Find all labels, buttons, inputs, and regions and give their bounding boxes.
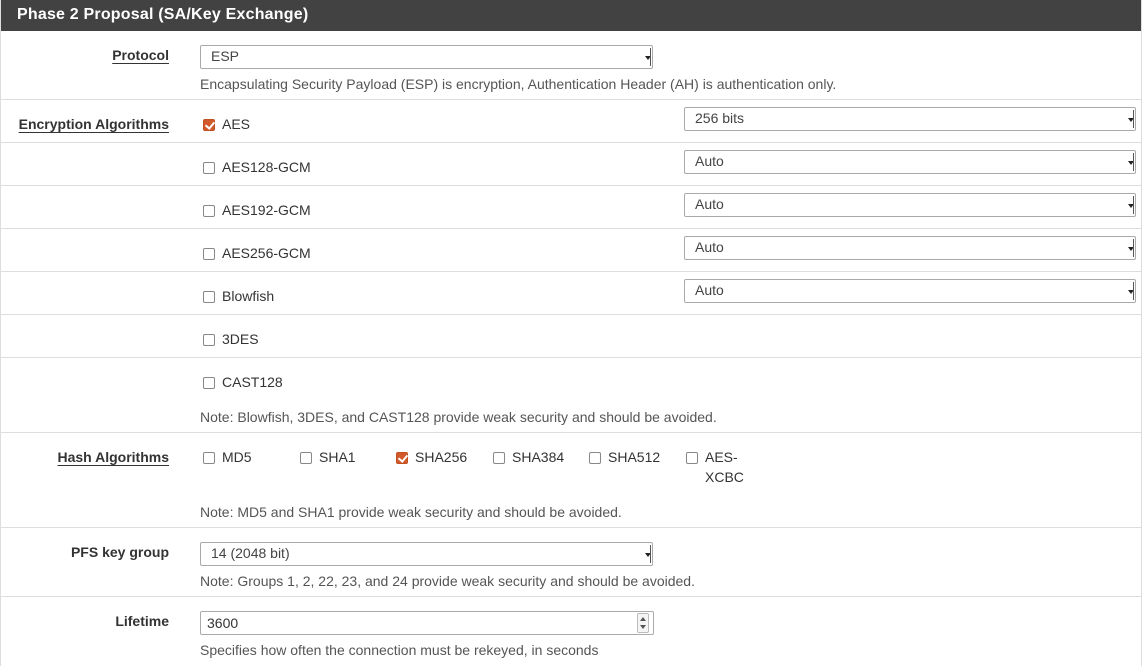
sha384-checkbox[interactable] — [493, 452, 505, 464]
enc-row-aes128gcm: AES128-GCM Auto — [1, 143, 1141, 186]
protocol-select-value: ESP — [211, 48, 240, 64]
lifetime-value: 3600 — [207, 615, 239, 631]
protocol-select[interactable]: ESP — [200, 45, 653, 69]
aes192gcm-checkbox[interactable] — [203, 205, 215, 217]
aes128gcm-keylen-select[interactable]: Auto — [684, 150, 1136, 174]
protocol-help: Encapsulating Security Payload (ESP) is … — [200, 76, 837, 92]
aes-checkbox[interactable] — [203, 119, 215, 131]
aes128gcm-checkbox[interactable] — [203, 162, 215, 174]
pfs-select-value: 14 (2048 bit) — [211, 545, 290, 561]
spinner-up-icon[interactable] — [640, 617, 646, 621]
enc-row-aes: Encryption Algorithms AES 256 bits — [1, 100, 1141, 143]
sha384-label: SHA384 — [512, 449, 565, 465]
aes128gcm-keylen-value: Auto — [695, 153, 724, 169]
number-spinner[interactable] — [637, 613, 649, 633]
hash-note: Note: MD5 and SHA1 provide weak security… — [200, 504, 622, 520]
blowfish-label: Blowfish — [222, 288, 275, 304]
phase2-panel: Phase 2 Proposal (SA/Key Exchange) Proto… — [0, 0, 1142, 666]
chevron-down-icon — [1125, 237, 1135, 259]
blowfish-keylen-select[interactable]: Auto — [684, 279, 1136, 303]
chevron-down-icon — [1125, 194, 1135, 216]
pfs-label: PFS key group — [70, 544, 169, 560]
md5-checkbox[interactable] — [203, 452, 215, 464]
pfs-select[interactable]: 14 (2048 bit) — [200, 542, 653, 566]
encryption-note: Note: Blowfish, 3DES, and CAST128 provid… — [200, 409, 717, 425]
aes256gcm-keylen-value: Auto — [695, 239, 724, 255]
chevron-down-icon — [1125, 151, 1135, 173]
blowfish-keylen-value: Auto — [695, 282, 724, 298]
lifetime-help: Specifies how often the connection must … — [200, 642, 599, 658]
aes192gcm-keylen-select[interactable]: Auto — [684, 193, 1136, 217]
sha1-label: SHA1 — [319, 449, 356, 465]
pfs-row: PFS key group 14 (2048 bit) Note: Groups… — [1, 528, 1141, 597]
chevron-down-icon — [1125, 108, 1135, 130]
3des-label: 3DES — [222, 331, 259, 347]
panel-title: Phase 2 Proposal (SA/Key Exchange) — [1, 0, 1141, 31]
aesxcbc-checkbox[interactable] — [686, 452, 698, 464]
hash-row: Hash Algorithms MD5 SHA1 SHA256 SHA384 S… — [1, 433, 1141, 528]
sha256-label: SHA256 — [415, 449, 468, 465]
encryption-label: Encryption Algorithms — [18, 116, 169, 132]
enc-row-blowfish: Blowfish Auto — [1, 272, 1141, 315]
blowfish-checkbox[interactable] — [203, 291, 215, 303]
enc-row-aes192gcm: AES192-GCM Auto — [1, 186, 1141, 229]
aes-label: AES — [222, 116, 251, 132]
aes-keylen-value: 256 bits — [695, 110, 745, 126]
md5-label: MD5 — [222, 449, 252, 465]
chevron-down-icon — [642, 543, 652, 565]
cast128-label: CAST128 — [222, 374, 283, 390]
sha512-checkbox[interactable] — [589, 452, 601, 464]
aes-keylen-select[interactable]: 256 bits — [684, 107, 1136, 131]
sha512-label: SHA512 — [608, 449, 661, 465]
enc-row-aes256gcm: AES256-GCM Auto — [1, 229, 1141, 272]
lifetime-input[interactable]: 3600 — [200, 611, 654, 635]
aes256gcm-keylen-select[interactable]: Auto — [684, 236, 1136, 260]
aes256gcm-checkbox[interactable] — [203, 248, 215, 260]
protocol-row: Protocol ESP Encapsulating Security Payl… — [1, 31, 1141, 100]
cast128-checkbox[interactable] — [203, 377, 215, 389]
enc-row-3des: 3DES — [1, 315, 1141, 358]
enc-row-cast128: CAST128 Note: Blowfish, 3DES, and CAST12… — [1, 358, 1141, 433]
aes192gcm-keylen-value: Auto — [695, 196, 724, 212]
chevron-down-icon — [1125, 280, 1135, 302]
3des-checkbox[interactable] — [203, 334, 215, 346]
pfs-help: Note: Groups 1, 2, 22, 23, and 24 provid… — [200, 573, 695, 589]
lifetime-row: Lifetime 3600 Specifies how often the co… — [1, 597, 1141, 666]
sha256-checkbox[interactable] — [396, 452, 408, 464]
aesxcbc-label-line1: AES- — [705, 449, 738, 465]
aes256gcm-label: AES256-GCM — [222, 245, 311, 261]
aesxcbc-label-line2: XCBC — [705, 469, 744, 485]
aes128gcm-label: AES128-GCM — [222, 159, 311, 175]
hash-label: Hash Algorithms — [57, 449, 170, 465]
chevron-down-icon — [642, 46, 652, 68]
spinner-down-icon[interactable] — [640, 625, 646, 629]
protocol-label: Protocol — [112, 47, 169, 63]
lifetime-label: Lifetime — [115, 613, 169, 629]
sha1-checkbox[interactable] — [300, 452, 312, 464]
aes192gcm-label: AES192-GCM — [222, 202, 311, 218]
